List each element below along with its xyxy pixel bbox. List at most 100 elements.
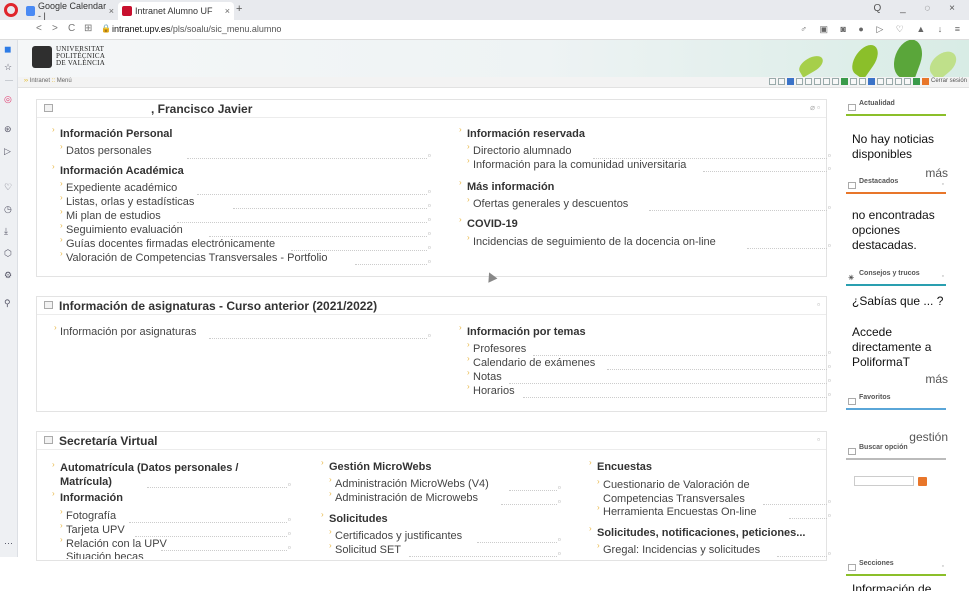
link-profesores[interactable]: Profesores (467, 340, 526, 355)
quick-icon[interactable] (913, 78, 920, 85)
quick-icon[interactable] (895, 78, 902, 85)
expand-icon[interactable]: ▫ (942, 181, 944, 188)
quick-icon[interactable] (805, 78, 812, 85)
quick-icon[interactable] (787, 78, 794, 85)
star-icon[interactable]: ☆ (4, 62, 12, 73)
section-solicitudes-notificaciones: Solicitudes, notificaciones, peticiones.… (589, 524, 805, 539)
quick-icon[interactable] (841, 78, 848, 85)
link-gregal[interactable]: Gregal: Incidencias y solicitudes (597, 541, 760, 556)
star-box-icon (848, 182, 856, 189)
window-controls[interactable]: Q _ ◌ × (874, 3, 963, 14)
dotted-leader (209, 236, 427, 237)
panel-options-icon[interactable]: ▫ (817, 435, 820, 444)
workspace-icon[interactable]: ◼ (4, 44, 11, 55)
gestion-link[interactable]: gestión (909, 430, 948, 444)
link-relacion-upv[interactable]: Relación con la UPV (60, 535, 167, 550)
panel-collapse-icon[interactable] (44, 436, 53, 444)
downloads-icon[interactable]: ⤓ (4, 226, 8, 237)
quick-icon[interactable] (814, 78, 821, 85)
link-horarios[interactable]: Horarios (467, 382, 515, 397)
consejos-more-link[interactable]: más (925, 372, 948, 386)
link-incidencias-docencia[interactable]: Incidencias de seguimiento de la docenci… (467, 233, 716, 248)
panel-collapse-icon[interactable] (44, 104, 53, 112)
section-covid: COVID-19 (459, 215, 518, 230)
quick-icon[interactable] (886, 78, 893, 85)
secciones-text[interactable]: Información de (852, 582, 952, 591)
quick-icon[interactable] (778, 78, 785, 85)
panel-collapse-icon[interactable] (44, 301, 53, 309)
forward-button[interactable]: > (52, 23, 58, 34)
link-situacion-becas[interactable]: Situación becas (66, 551, 144, 559)
link-valoracion-competencias[interactable]: Valoración de Competencias Transversales… (60, 249, 327, 264)
reload-button[interactable]: C (68, 23, 75, 34)
bullet-icon: o (828, 364, 831, 370)
quick-icon[interactable] (868, 78, 875, 85)
link-ofertas[interactable]: Ofertas generales y descuentos (467, 195, 628, 210)
tab-google-calendar[interactable]: Google Calendar - | × (22, 1, 118, 21)
toolbar-icons[interactable]: ♂ ▣ ◙ ● ▷ ♡ ▲ ↓ ≡ (800, 24, 965, 35)
new-tab-button[interactable]: + (236, 3, 242, 15)
link-notas[interactable]: Notas (467, 368, 502, 383)
close-tab-icon[interactable]: × (109, 6, 114, 16)
panel-header: Secretaría Virtual ▫ (37, 432, 826, 450)
speed-dial-icon[interactable]: ⊞ (84, 23, 92, 34)
close-tab-icon[interactable]: × (225, 6, 230, 16)
link-comunidad[interactable]: Información para la comunidad universita… (467, 156, 686, 171)
heart-icon[interactable]: ♡ (4, 182, 12, 193)
back-button[interactable]: < (36, 23, 42, 34)
extensions-icon[interactable]: ⬡ (4, 248, 12, 259)
link-fotografia[interactable]: Fotografía (60, 507, 116, 522)
expand-icon[interactable]: ▫ (942, 563, 944, 570)
header-bar (846, 284, 946, 286)
quick-icon[interactable] (769, 78, 776, 85)
link-datos-personales[interactable]: Datos personales (60, 142, 152, 157)
link-admin-microwebs-v4[interactable]: Administración MicroWebs (V4) (329, 475, 489, 490)
link-info-asignaturas[interactable]: Información por asignaturas (54, 323, 196, 338)
link-plan-estudios[interactable]: Mi plan de estudios (60, 207, 161, 222)
link-certificados[interactable]: Certificados y justificantes (329, 527, 462, 542)
link-herramienta-encuestas[interactable]: Herramienta Encuestas On-line (597, 503, 756, 518)
breadcrumb-menu[interactable]: Menú (57, 78, 72, 84)
breadcrumb-intranet[interactable]: Intranet (30, 78, 50, 84)
link-admin-microwebs[interactable]: Administración de Microwebs (329, 489, 478, 504)
quick-icon[interactable] (832, 78, 839, 85)
panel-options-icon[interactable]: ⌀ ▫ (810, 103, 820, 112)
quick-icon[interactable] (922, 78, 929, 85)
instagram-icon[interactable]: ◎ (4, 94, 12, 105)
dotted-leader (607, 369, 827, 370)
tab-intranet[interactable]: Intranet Alumno UF × (118, 2, 234, 20)
expand-icon[interactable]: ▫ (942, 273, 944, 280)
link-expediente[interactable]: Expediente académico (60, 179, 177, 194)
section-automatricula[interactable]: Automatrícula (Datos personales / Matríc… (52, 458, 280, 489)
search-go-button[interactable] (918, 477, 927, 486)
link-guias-docentes[interactable]: Guías docentes firmadas electrónicamente (60, 235, 275, 250)
player-icon[interactable]: ▷ (4, 146, 11, 157)
chatgpt-icon[interactable]: ⊛ (4, 124, 12, 135)
link-solicitud-set[interactable]: Solicitud SET (329, 541, 401, 556)
panel-options-icon[interactable]: ▫ (817, 300, 820, 309)
link-cuestionario-valoracion[interactable]: Cuestionario de Valoración de Competenci… (597, 475, 793, 506)
link-listas-orlas[interactable]: Listas, orlas y estadísticas (60, 193, 194, 208)
consejos-tip[interactable]: Accede directamente a PoliformaT (852, 325, 948, 370)
link-calendario-examenes[interactable]: Calendario de exámenes (467, 354, 595, 369)
quick-icon[interactable] (823, 78, 830, 85)
history-icon[interactable]: ◷ (4, 204, 12, 215)
quick-icon[interactable] (904, 78, 911, 85)
bullet-icon: o (288, 545, 291, 551)
link-tarjeta-upv[interactable]: Tarjeta UPV (60, 521, 125, 536)
logout-link[interactable]: Cerrar sesión (931, 78, 967, 84)
link-directorio[interactable]: Directorio alumnado (467, 142, 571, 157)
settings-icon[interactable]: ⚙ (4, 270, 12, 281)
more-icon[interactable]: ⋯ (4, 538, 13, 549)
url-field[interactable]: intranet.upv.es/pls/soalu/sic_menu.alumn… (112, 24, 281, 34)
bullet-icon: o (428, 203, 431, 209)
dotted-leader (763, 504, 827, 505)
quick-icon[interactable] (877, 78, 884, 85)
location-icon[interactable]: ⚲ (4, 298, 11, 309)
search-option-input[interactable] (854, 476, 914, 486)
opera-logo-icon[interactable] (4, 3, 18, 17)
link-seguimiento[interactable]: Seguimiento evaluación (60, 221, 183, 236)
quick-icon[interactable] (796, 78, 803, 85)
quick-icon[interactable] (850, 78, 857, 85)
quick-icon[interactable] (859, 78, 866, 85)
